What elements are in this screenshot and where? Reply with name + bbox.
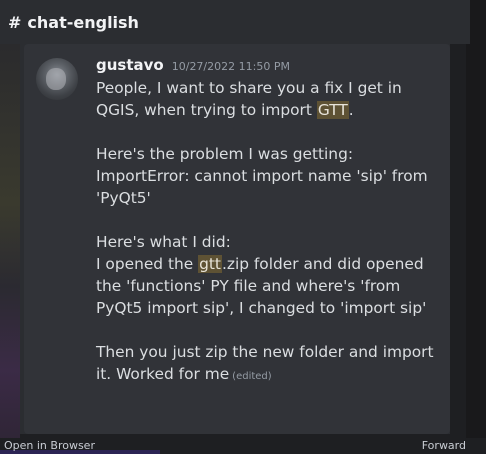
- paragraph-2-line-2: ImportError: cannot import name 'sip' fr…: [96, 167, 428, 207]
- channel-header: # chat-english: [0, 0, 470, 44]
- author-name[interactable]: gustavo: [96, 56, 164, 74]
- paragraph-2-line-1: Here's the problem I was getting:: [96, 145, 354, 163]
- open-in-browser-link[interactable]: Open in Browser: [4, 439, 95, 452]
- message-card[interactable]: gustavo 10/27/2022 11:50 PM People, I wa…: [24, 44, 450, 434]
- paragraph-1-text: People, I want to share you a fix I get …: [96, 79, 402, 119]
- paragraph-3-body: I opened the gtt.zip folder and did open…: [96, 253, 440, 319]
- paragraph-3-line-1: Here's what I did:: [96, 233, 231, 251]
- search-highlight: GTT: [316, 101, 349, 119]
- background-left-edge: [0, 36, 20, 454]
- paragraph-1: People, I want to share you a fix I get …: [96, 77, 440, 121]
- forward-link[interactable]: Forward: [422, 439, 466, 452]
- avatar[interactable]: [36, 58, 78, 100]
- message-body: People, I want to share you a fix I get …: [96, 77, 440, 388]
- edited-label: (edited): [232, 371, 272, 382]
- paragraph-4: Then you just zip the new folder and imp…: [96, 341, 440, 388]
- message-panel: gustavo 10/27/2022 11:50 PM People, I wa…: [20, 44, 450, 434]
- message-timestamp: 10/27/2022 11:50 PM: [171, 60, 290, 73]
- hash-icon: #: [8, 12, 22, 32]
- background-right-edge: [466, 0, 486, 454]
- paragraph-3-text: I opened the: [96, 255, 199, 273]
- search-highlight: gtt: [198, 255, 222, 273]
- channel-name[interactable]: chat-english: [27, 13, 139, 32]
- discord-message-view: # chat-english gustavo 10/27/2022 11:50 …: [0, 0, 486, 454]
- avatar-figure: [46, 68, 66, 90]
- paragraph-1-end: .: [348, 101, 354, 119]
- message-header: gustavo 10/27/2022 11:50 PM: [96, 56, 290, 74]
